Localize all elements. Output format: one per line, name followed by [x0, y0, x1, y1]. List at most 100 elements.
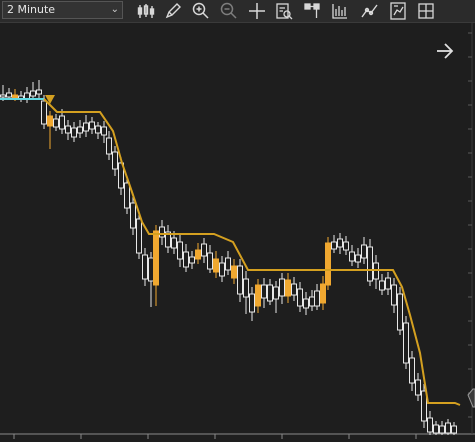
candle [415, 373, 421, 401]
drawing-pencil-icon[interactable] [163, 1, 183, 21]
candle-body [95, 125, 101, 134]
candle-body [89, 121, 95, 130]
candle [439, 421, 445, 435]
candle [433, 421, 439, 435]
candle [367, 239, 373, 286]
candle-body [427, 417, 433, 433]
indicators-icon[interactable] [330, 1, 350, 21]
candle [153, 225, 159, 306]
candle [231, 259, 237, 284]
candle-body [41, 100, 47, 125]
candle [148, 252, 154, 307]
candle [451, 422, 457, 435]
price-chart[interactable] [0, 23, 475, 442]
candle-body [53, 118, 59, 128]
candle [53, 114, 59, 131]
candle-body [391, 284, 397, 306]
candle-body [433, 424, 439, 434]
candle-body [249, 293, 255, 313]
candle-body [385, 277, 391, 290]
candle [355, 248, 361, 268]
candle [65, 120, 71, 140]
candle-body [355, 254, 361, 263]
candle [361, 237, 367, 264]
candle-body [291, 283, 297, 296]
candle-body [36, 89, 42, 95]
candle-body [225, 257, 231, 271]
candle [177, 235, 183, 267]
zoom-in-icon[interactable] [191, 1, 211, 21]
chart-panel[interactable] [0, 23, 475, 442]
candle [331, 235, 337, 253]
candle-body [201, 243, 207, 257]
candle [427, 411, 433, 435]
candle [279, 273, 285, 304]
candle [391, 278, 397, 313]
candle [213, 251, 219, 278]
candle-body [349, 251, 355, 262]
zoom-out-icon[interactable] [219, 1, 239, 21]
chart-trader-icon[interactable] [388, 1, 408, 21]
candle-body [106, 137, 112, 155]
candle [273, 281, 279, 313]
candle-body [320, 283, 326, 304]
candle-body [403, 322, 409, 364]
candle [285, 273, 291, 303]
candle [71, 122, 77, 142]
candle-body [309, 296, 315, 307]
candle-body [142, 254, 148, 280]
candle [36, 80, 42, 98]
candle [101, 121, 107, 143]
chart-axes [0, 23, 475, 439]
candle-body [397, 293, 403, 331]
candle-body [148, 257, 154, 282]
bar-type-icon[interactable] [136, 1, 156, 21]
chevron-down-icon[interactable]: ⌄ [111, 2, 119, 18]
candle [343, 236, 349, 255]
candle-body [361, 244, 367, 259]
candle [249, 287, 255, 321]
candle [379, 274, 385, 295]
candle-body [325, 242, 331, 286]
arrow-right-icon[interactable] [434, 41, 456, 61]
candle [297, 282, 303, 312]
interval-label: 2 Minute [7, 3, 56, 16]
candle [24, 87, 30, 103]
candle-body [153, 230, 159, 286]
chart-toolbar: 2 Minute ⌄ [0, 0, 475, 23]
price-marker [467, 388, 475, 408]
candle-body [213, 258, 219, 273]
candle-body [451, 425, 457, 434]
candle-body [303, 298, 309, 309]
candle-body [177, 241, 183, 260]
strategies-icon[interactable] [360, 1, 380, 21]
candle [77, 120, 83, 138]
candle-body [421, 390, 427, 422]
candle-body [207, 252, 213, 270]
candle [403, 316, 409, 369]
candle-body [314, 290, 320, 307]
candle-body [0, 94, 6, 98]
candle [325, 237, 331, 290]
candle-body [297, 288, 303, 307]
crosshair-icon[interactable] [247, 1, 267, 21]
candle [47, 111, 53, 149]
candle [267, 279, 273, 305]
candle-body [183, 251, 189, 268]
properties-icon[interactable] [302, 1, 322, 21]
candle [314, 284, 320, 310]
candle [112, 146, 118, 176]
candle-body [77, 126, 83, 134]
data-box-icon[interactable] [274, 1, 294, 21]
interval-selector[interactable]: 2 Minute ⌄ [2, 1, 123, 19]
candle-body [367, 246, 373, 282]
candle-body [189, 256, 195, 264]
candle-body [331, 241, 337, 250]
candle-body [343, 241, 349, 251]
candle-body [59, 115, 65, 130]
candle [18, 91, 24, 102]
candle-body [71, 127, 77, 138]
candle-body [285, 279, 291, 297]
more-options-icon[interactable] [416, 1, 436, 21]
candle-body [195, 249, 201, 260]
